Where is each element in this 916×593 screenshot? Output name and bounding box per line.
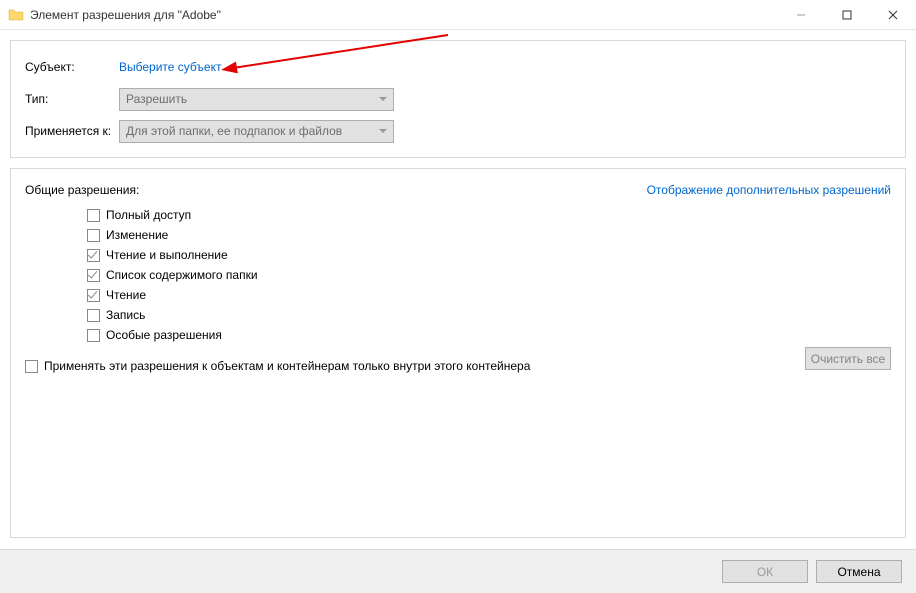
ok-button[interactable]: ОК xyxy=(722,560,808,583)
type-label: Тип: xyxy=(25,92,119,106)
permission-item: Список содержимого папки xyxy=(87,265,891,285)
dialog-button-bar: ОК Отмена xyxy=(0,549,916,593)
window-title: Элемент разрешения для "Adobe" xyxy=(30,8,778,22)
permission-item: Полный доступ xyxy=(87,205,891,225)
titlebar-buttons xyxy=(778,0,916,29)
type-value: Разрешить xyxy=(126,92,187,106)
permission-checkbox[interactable] xyxy=(87,249,100,262)
maximize-button[interactable] xyxy=(824,0,870,29)
applies-label: Применяется к: xyxy=(25,124,119,138)
permission-label: Чтение и выполнение xyxy=(106,248,228,262)
permission-label: Особые разрешения xyxy=(106,328,222,342)
permission-item: Чтение xyxy=(87,285,891,305)
permissions-title: Общие разрешения: xyxy=(25,183,139,197)
principal-group: Субъект: Выберите субъект Тип: Разрешить… xyxy=(10,40,906,158)
permissions-list: Полный доступ Изменение Чтение и выполнени… xyxy=(87,205,891,345)
permission-checkbox[interactable] xyxy=(87,329,100,342)
permission-label: Список содержимого папки xyxy=(106,268,258,282)
apply-inherit-label: Применять эти разрешения к объектам и ко… xyxy=(44,359,530,373)
advanced-permissions-link[interactable]: Отображение дополнительных разрешений xyxy=(647,183,891,197)
chevron-down-icon xyxy=(379,129,387,133)
permission-item: Изменение xyxy=(87,225,891,245)
permission-label: Изменение xyxy=(106,228,168,242)
subject-label: Субъект: xyxy=(25,60,119,74)
apply-inherit-checkbox[interactable] xyxy=(25,360,38,373)
permission-item: Чтение и выполнение xyxy=(87,245,891,265)
permission-checkbox[interactable] xyxy=(87,289,100,302)
permissions-group: Общие разрешения: Отображение дополнител… xyxy=(10,168,906,538)
type-combobox[interactable]: Разрешить xyxy=(119,88,394,111)
select-subject-link[interactable]: Выберите субъект xyxy=(119,60,221,74)
permission-label: Запись xyxy=(106,308,145,322)
minimize-button[interactable] xyxy=(778,0,824,29)
permission-label: Чтение xyxy=(106,288,146,302)
cancel-button[interactable]: Отмена xyxy=(816,560,902,583)
permission-checkbox[interactable] xyxy=(87,209,100,222)
applies-value: Для этой папки, ее подпапок и файлов xyxy=(126,124,342,138)
applies-combobox[interactable]: Для этой папки, ее подпапок и файлов xyxy=(119,120,394,143)
permission-checkbox[interactable] xyxy=(87,309,100,322)
chevron-down-icon xyxy=(379,97,387,101)
permission-item: Запись xyxy=(87,305,891,325)
permission-label: Полный доступ xyxy=(106,208,191,222)
permission-checkbox[interactable] xyxy=(87,229,100,242)
clear-all-button[interactable]: Очистить все xyxy=(805,347,891,370)
permission-item: Особые разрешения xyxy=(87,325,891,345)
titlebar: Элемент разрешения для "Adobe" xyxy=(0,0,916,30)
close-button[interactable] xyxy=(870,0,916,29)
folder-icon xyxy=(8,7,24,23)
permission-checkbox[interactable] xyxy=(87,269,100,282)
